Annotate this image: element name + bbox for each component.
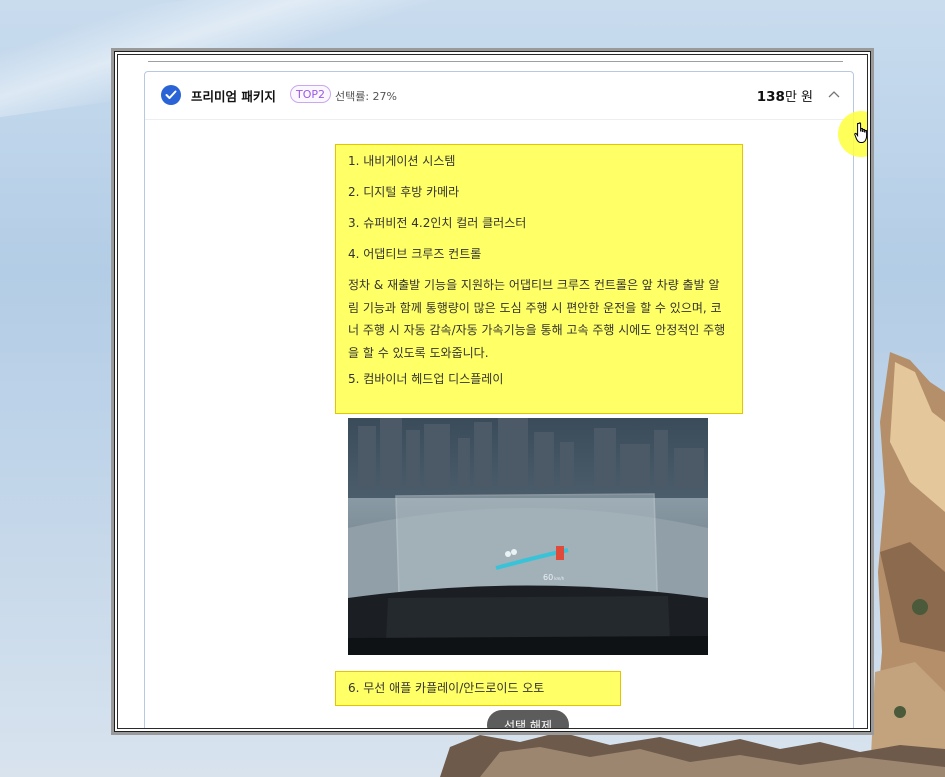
feature-item: 4. 어댑티브 크루즈 컨트롤 bbox=[348, 247, 482, 261]
selection-rate: 선택률: 27% bbox=[335, 90, 398, 103]
hud-display-photo: 60km/h bbox=[348, 418, 708, 655]
deselect-button[interactable]: 선택 해제 bbox=[487, 710, 569, 728]
browser-window: 프리미엄 패키지 TOP2 선택률: 27% 138만 원 1. 내비게이션 시… bbox=[111, 48, 874, 735]
package-price: 138만 원 bbox=[757, 86, 813, 105]
hud-speed-unit: km/h bbox=[554, 576, 565, 581]
hud-speed-value: 60 bbox=[543, 573, 553, 582]
feature-item: 1. 내비게이션 시스템 bbox=[348, 154, 456, 168]
feature-item: 3. 슈퍼비전 4.2인치 컬러 클러스터 bbox=[348, 216, 527, 230]
feature-item-highlight: 6. 무선 애플 카플레이/안드로이드 오토 bbox=[335, 671, 621, 706]
feature-description: 정차 & 재출발 기능을 지원하는 어댑티브 크루즈 컨트롤은 앞 차량 출발 … bbox=[348, 278, 726, 360]
check-icon[interactable] bbox=[161, 85, 181, 105]
top-rank-badge: TOP2 bbox=[290, 85, 332, 103]
package-title: 프리미엄 패키지 bbox=[191, 89, 276, 104]
desktop-rock-right bbox=[870, 352, 945, 777]
feature-list-highlight: 1. 내비게이션 시스템 2. 디지털 후방 카메라 3. 슈퍼비전 4.2인치… bbox=[335, 144, 743, 414]
price-unit: 만 원 bbox=[784, 90, 813, 105]
feature-item: 2. 디지털 후방 카메라 bbox=[348, 185, 460, 199]
package-header[interactable]: 프리미엄 패키지 TOP2 선택률: 27% 138만 원 bbox=[145, 72, 853, 120]
hand-cursor-icon bbox=[854, 122, 867, 143]
chevron-up-icon bbox=[828, 91, 840, 98]
feature-item: 5. 컴바이너 헤드업 디스플레이 bbox=[348, 372, 504, 386]
window-content: 프리미엄 패키지 TOP2 선택률: 27% 138만 원 1. 내비게이션 시… bbox=[117, 54, 868, 729]
collapse-button[interactable] bbox=[823, 86, 845, 102]
section-divider bbox=[148, 61, 843, 62]
premium-package-card: 프리미엄 패키지 TOP2 선택률: 27% 138만 원 1. 내비게이션 시… bbox=[144, 71, 867, 728]
price-number: 138 bbox=[756, 89, 785, 105]
